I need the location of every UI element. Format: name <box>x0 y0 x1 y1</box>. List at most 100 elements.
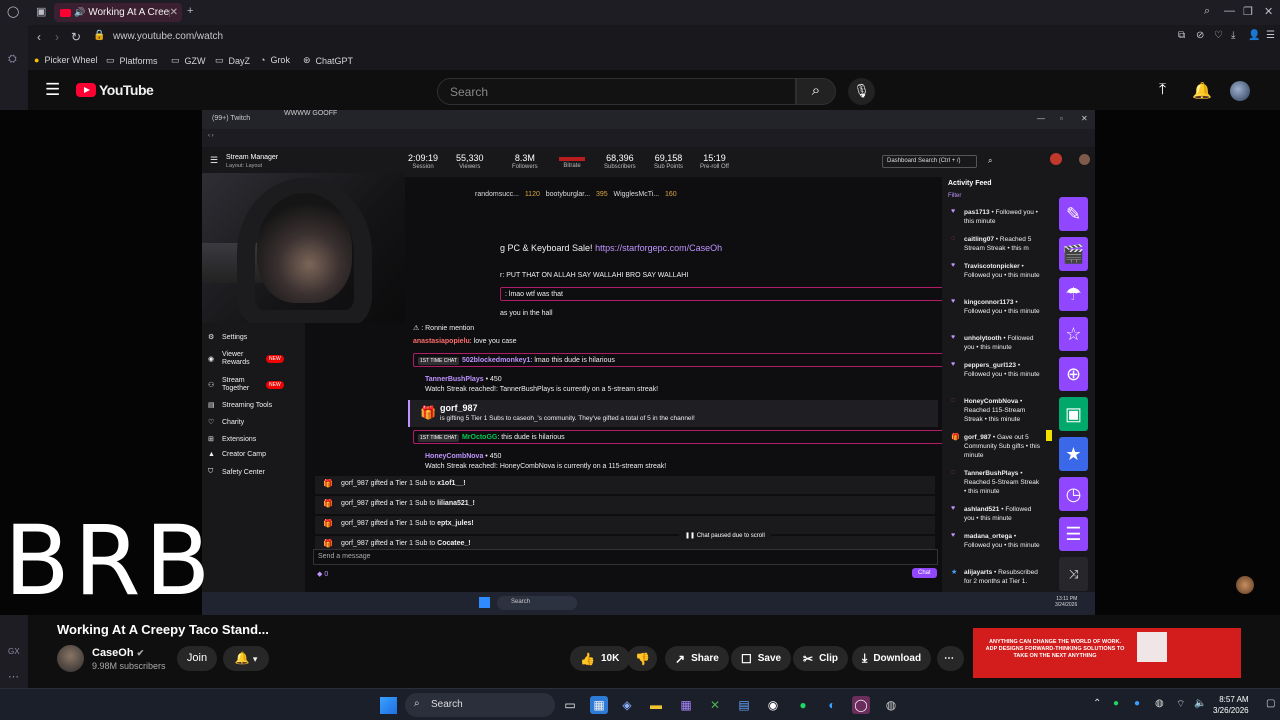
wifi-icon[interactable]: ⌔ <box>1176 698 1185 711</box>
snapshot-icon[interactable]: ⧉ <box>1178 30 1185 41</box>
heart-icon[interactable]: ♡ <box>1214 30 1223 41</box>
download-button[interactable]: ⤓ Download <box>852 646 932 671</box>
chat-message-first: 1ST TIME CHAT 502blockedmonkey1: lmao thi… <box>413 353 1033 367</box>
terminal-icon[interactable]: ✕ <box>706 696 724 714</box>
pinned-promo: g PC & Keyboard Sale! https://starforgep… <box>500 243 723 253</box>
activity-item: kingconnor1173 • Followed you • this min… <box>964 299 1040 315</box>
sidebar-ad[interactable]: ANYTHING CAN CHANGE THE WORLD OF WORK. A… <box>973 628 1241 678</box>
profile-icon[interactable]: 👤 <box>1248 30 1260 41</box>
nav-safety-center: ⛉ Safety Center <box>208 468 265 476</box>
bookmark-platforms[interactable]: ▭ Platforms <box>106 55 158 66</box>
tray-app-icon[interactable]: ● <box>1113 698 1119 709</box>
youtube-logo[interactable]: YouTube <box>76 82 154 98</box>
speaker-icon[interactable]: 🔊 <box>74 7 85 18</box>
notepad-icon[interactable]: ▤ <box>735 696 753 714</box>
chat-event: TannerBushPlays • 450 <box>425 376 502 383</box>
tab-youtube[interactable]: 🔊 Working At A Creepy T ✕ <box>54 3 182 22</box>
folder-icon: ▭ <box>171 55 180 65</box>
star-icon: ★ <box>951 569 958 576</box>
channel-avatar[interactable] <box>57 645 84 672</box>
heart-icon: ♥ <box>951 334 956 341</box>
bitrate-bar <box>559 157 585 161</box>
streak-icon: ◌ <box>951 397 956 404</box>
subscribed-bell-button[interactable]: 🔔 ▾ <box>223 646 269 671</box>
menu-icon[interactable]: ☰ <box>1266 30 1275 41</box>
steam-icon[interactable]: ◍ <box>882 696 900 714</box>
capture-minimize-icon: — <box>1037 114 1045 123</box>
wheel-icon: ● <box>34 55 40 65</box>
hamburger-menu-icon[interactable]: ☰ <box>45 81 60 98</box>
reload-icon[interactable]: ↻ <box>71 30 81 44</box>
bookmark-grok[interactable]: ◔ Grok <box>260 55 290 65</box>
aria-icon[interactable]: ⛭ <box>8 53 17 66</box>
taskbar-clock[interactable]: 8:57 AM 3/26/2026 <box>1213 694 1249 716</box>
volume-icon[interactable]: 🔈 <box>1194 698 1206 709</box>
edge-icon[interactable]: ◐ <box>823 696 841 714</box>
bookmark-chatgpt[interactable]: ⊛ ChatGPT <box>303 55 353 66</box>
star-action-icon: ☆ <box>1059 317 1088 351</box>
obs-icon[interactable]: ◉ <box>764 696 782 714</box>
gift-icon: 🎁 <box>951 434 960 441</box>
clip-button[interactable]: ✂ Clip <box>793 646 848 671</box>
upload-icon[interactable]: ⤒ <box>1159 81 1166 99</box>
channel-name[interactable]: CaseOh ✔ <box>92 647 144 659</box>
tray-app-icon[interactable]: ● <box>1134 698 1140 709</box>
close-window-icon[interactable]: ✕ <box>1264 5 1273 18</box>
task-view-icon[interactable]: ▭ <box>561 696 579 714</box>
charity-icon: ♡ <box>208 419 215 426</box>
maximize-icon[interactable]: ❐ <box>1243 5 1253 18</box>
verified-icon: ✔ <box>136 648 145 658</box>
store-icon[interactable]: ▦ <box>590 696 608 714</box>
voice-search-button[interactable]: 🎙 <box>848 78 875 105</box>
tab-close-icon[interactable]: ✕ <box>170 7 178 18</box>
share-button[interactable]: ↗ Share <box>665 646 729 671</box>
search-input[interactable]: Search <box>437 78 796 105</box>
download-icon[interactable]: ⤓ <box>1231 30 1235 41</box>
adblock-icon[interactable]: ⊘ <box>1196 30 1204 41</box>
join-button[interactable]: Join <box>177 646 217 671</box>
address-bar: ‹ › ↻ 🔒 www.youtube.com/watch ⧉ ⊘ ♡ ⤓ 👤 … <box>28 25 1280 50</box>
youtube-header: ☰ YouTube Search ⌕ 🎙 ⤒ 🔔 <box>28 70 1280 112</box>
opera-logo-icon[interactable]: ◯ <box>7 5 19 18</box>
bookmark-dayz[interactable]: ▭ DayZ <box>215 55 250 66</box>
gx-icon[interactable]: GX <box>8 647 20 656</box>
dislike-button[interactable]: 👎 <box>627 646 657 671</box>
opera-gx-icon[interactable]: ◯ <box>852 696 870 714</box>
url-field[interactable]: www.youtube.com/watch <box>113 31 223 42</box>
grid-app-icon[interactable]: ▦ <box>677 696 695 714</box>
gift-row: 🎁 gorf_987 gifted a Tier 1 Sub to liliana… <box>315 496 935 514</box>
video-player[interactable]: (99+) Twitch WWWW GOOFF — ▫ ✕ ‹ › ☰ Stre… <box>0 110 1280 615</box>
more-icon[interactable]: ⋯ <box>8 670 19 683</box>
new-tab-icon[interactable]: + <box>187 5 193 17</box>
notifications-bell-icon[interactable]: 🔔 <box>1192 81 1212 101</box>
raid-action-icon: ⤨ <box>1059 557 1088 591</box>
notification-icon[interactable]: ▢ <box>1266 698 1275 709</box>
tray-overflow-icon[interactable]: ⌃ <box>1093 698 1101 709</box>
spotify-icon[interactable]: ● <box>794 696 812 714</box>
more-actions-button[interactable]: ⋯ <box>937 646 964 671</box>
edit-action-icon: ✎ <box>1059 197 1088 231</box>
camp-icon: ▲ <box>208 451 215 458</box>
bell-icon: 🔔 <box>234 651 250 665</box>
save-button[interactable]: ☐ Save <box>731 646 792 671</box>
bookmark-gzw[interactable]: ▭ GZW <box>171 55 206 66</box>
account-avatar[interactable] <box>1230 81 1250 101</box>
activity-item: Traviscotonpicker • Followed you • this … <box>964 263 1040 279</box>
capture-tab-bar: (99+) Twitch WWWW GOOFF — ▫ ✕ <box>202 110 1095 129</box>
search-tabs-icon[interactable]: ⌕ <box>1204 5 1210 18</box>
bookmark-picker-wheel[interactable]: ● Picker Wheel <box>34 55 97 65</box>
tab-manager-icon[interactable]: ▣ <box>36 5 46 18</box>
app-icon[interactable]: ◈ <box>618 696 636 714</box>
file-explorer-icon[interactable]: ▬ <box>647 696 665 714</box>
forward-icon[interactable]: › <box>55 30 59 44</box>
taskbar-search[interactable]: ⌕ Search <box>405 693 555 717</box>
nav-streaming-tools: ▤ Streaming Tools <box>208 401 273 410</box>
search-button[interactable]: ⌕ <box>796 78 836 105</box>
back-icon[interactable]: ‹ <box>37 30 41 44</box>
windows-start-icon[interactable] <box>380 697 397 714</box>
tray-app-icon[interactable]: ◍ <box>1155 698 1164 709</box>
minimize-icon[interactable]: — <box>1224 5 1235 17</box>
like-button[interactable]: 👍 10K <box>570 646 630 671</box>
folder-icon: ▭ <box>106 55 115 65</box>
heart-icon: ♥ <box>951 505 956 512</box>
